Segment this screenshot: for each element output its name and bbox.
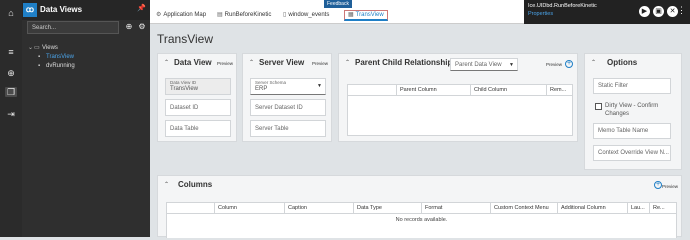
grid-header-cell[interactable]: Re... [649,203,677,214]
properties-header: Ice.UIDbd.RunBeforeKinetic Properties ▶ … [524,0,690,24]
gear-icon: ⚙ [156,12,162,18]
chevron-up-icon[interactable]: ⌃ [164,59,169,66]
empty-message: No records available. [395,217,448,223]
relationships-grid: Parent Column Child Column Rem... [347,84,573,136]
tree-item-dvrunning[interactable]: ▪ dvRunning [28,62,75,71]
options-card: ⌃ Options Static Filter Dirty View - Con… [584,53,682,170]
feedback-button[interactable]: Feedback [324,0,352,8]
grid-header-cell[interactable]: Lau... [627,203,649,214]
grid-header-cell[interactable]: Format [421,203,490,214]
dataset-id-field[interactable]: Dataset ID [165,99,231,116]
page-title: TransView [157,32,214,46]
grid-header: Parent Column Child Column Rem... [348,85,572,96]
app-root: ⌂ ≡ ⊕ ❐ ⇥ ꝏ Data Views 📌 Search... ⊕ ⚙ ⌄… [0,0,690,238]
static-filter-field[interactable]: Static Filter [593,78,671,94]
play-icon[interactable]: ▶ [639,6,650,17]
tab-application-map[interactable]: ⚙ Application Map [153,10,209,21]
home-icon[interactable]: ⌂ [5,8,17,18]
add-relationship-icon[interactable]: + [565,60,573,68]
tab-transview[interactable]: ▦ TransView [344,10,388,21]
grid-header-cell[interactable]: Child Column [470,85,546,96]
tree-item-transview[interactable]: ▪ TransView [28,53,75,62]
layers-icon[interactable]: ⊕ [5,68,17,78]
grid-icon: ▦ [348,12,354,18]
properties-link[interactable]: Properties [528,11,553,17]
card-title: Server View [259,58,305,67]
panel-title: Data Views [40,5,83,14]
chevron-up-icon[interactable]: ⌃ [249,59,254,66]
panel-header: ꝏ Data Views 📌 [22,0,150,20]
server-dataset-id-field[interactable]: Server Dataset ID [250,99,326,116]
exit-icon[interactable]: ⇥ [5,109,17,119]
context-override-field[interactable]: Context Override View N... [593,145,671,161]
chevron-up-icon[interactable]: ⌃ [164,181,169,188]
add-column-icon[interactable]: + [654,181,662,189]
preview-button[interactable]: Preview [217,61,233,66]
app-logo-icon: ꝏ [23,3,37,17]
views-tree: ⌄▭ Views ▪ TransView ▪ dvRunning [28,44,75,71]
save-icon[interactable]: ▣ [653,6,664,17]
grid-header-cell [348,85,396,96]
component-id: Ice.UIDbd.RunBeforeKinetic [528,3,597,9]
server-view-card: ⌃ Server View Preview Server Schema ERP … [242,53,332,142]
dirty-view-checkbox[interactable] [595,103,602,110]
grid-header-cell[interactable]: Data Type [353,203,421,214]
grid-header-cell [167,203,214,214]
folder-icon: ▭ [34,45,40,51]
window-icon: ▯ [283,12,287,18]
data-view-card: ⌃ Data View Preview Data View ID TransVi… [157,53,237,142]
columns-grid: Column Caption Data Type Format Custom C… [166,202,677,238]
parent-child-card: ⌃ Parent Child Relationships Preview + P… [338,53,578,142]
grid-header-cell[interactable]: Parent Column [396,85,470,96]
grid-header-cell[interactable]: Custom Context Menu [490,203,557,214]
pin-icon[interactable]: 📌 [137,4,146,12]
tab-window-events[interactable]: ▯ window_events [280,10,332,21]
main-content: TransView ⌃ Data View Preview Data View … [150,25,690,238]
top-tab-bar: Feedback ⚙ Application Map ▤ RunBeforeKine… [150,0,690,24]
parent-data-view-select[interactable]: Parent Data View ▼ [450,58,518,71]
card-header: ⌃ Options [585,54,681,72]
data-view-id-field[interactable]: Data View ID TransView [165,78,231,95]
card-title: Parent Child Relationships [355,58,457,67]
chevron-up-icon[interactable]: ⌃ [345,59,350,66]
view-icon: ▪ [38,63,41,69]
add-view-icon[interactable]: ⊕ [124,22,134,32]
tab-runbeforekinetic[interactable]: ▤ RunBeforeKinetic [214,10,274,21]
document-icon: ▤ [217,12,223,18]
tree-folder-views[interactable]: ⌄▭ Views [28,44,75,53]
settings-icon[interactable]: ⚙ [137,22,147,32]
server-schema-select[interactable]: Server Schema ERP ▼ [250,78,326,95]
columns-card: ⌃ Columns + Preview Column Caption Data … [157,175,682,238]
memo-table-field[interactable]: Memo Table Name [593,123,671,139]
preview-button[interactable]: Preview [546,62,562,67]
preview-button[interactable]: Preview [662,184,678,189]
card-header: ⌃ Data View Preview [158,54,236,72]
server-table-field[interactable]: Server Table [250,120,326,137]
card-title: Options [607,58,638,67]
search-input[interactable]: Search... [27,21,119,34]
card-title: Columns [178,180,213,189]
grid-header-cell[interactable]: Rem... [546,85,574,96]
data-views-panel: ꝏ Data Views 📌 Search... ⊕ ⚙ ⌄▭ Views ▪ Tr… [22,0,150,237]
grid-header-cell[interactable]: Additional Column [557,203,627,214]
preview-button[interactable]: Preview [312,61,328,66]
grid-header-cell[interactable]: Column [214,203,284,214]
more-options-icon[interactable]: ⋮ [677,5,686,16]
view-icon: ▪ [38,54,41,60]
copy-icon[interactable]: ❐ [5,87,17,97]
list-icon[interactable]: ≡ [5,47,17,57]
icon-rail: ⌂ ≡ ⊕ ❐ ⇥ [0,0,22,237]
caret-down-icon: ▼ [317,83,322,89]
dirty-view-label: Dirty View - Confirm Changes [605,103,659,117]
grid-header: Column Caption Data Type Format Custom C… [167,203,676,214]
card-header: ⌃ Server View Preview [243,54,331,72]
card-title: Data View [174,58,212,67]
card-header: ⌃ Columns + Preview [158,176,681,194]
data-table-field[interactable]: Data Table [165,120,231,137]
grid-header-cell[interactable]: Caption [284,203,353,214]
chevron-up-icon[interactable]: ⌃ [591,59,596,66]
caret-down-icon: ▼ [509,62,514,68]
